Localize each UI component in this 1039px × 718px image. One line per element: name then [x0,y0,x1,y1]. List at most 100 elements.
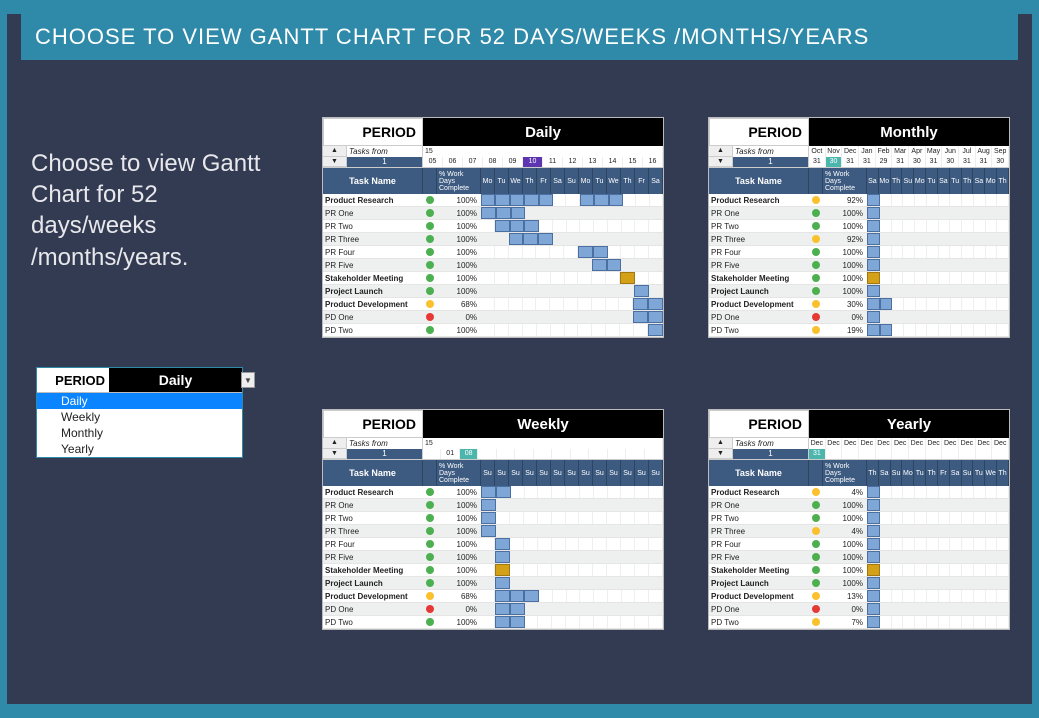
tasks-spinner[interactable]: ▲▼ [323,438,347,459]
task-name: PR One [323,207,423,219]
task-row: Project Launch 100% [323,285,663,298]
status-dot [423,311,437,323]
status-dot [809,259,823,271]
task-name: PR Three [709,525,809,537]
column-task-name: Task Name [323,460,423,486]
status-dot [809,272,823,284]
task-row: Project Launch 100% [323,577,663,590]
tasks-from-value: 1 [347,157,422,168]
status-dot [809,590,823,602]
task-row: PD One 0% [709,603,1009,616]
dropdown-option-yearly[interactable]: Yearly [37,441,242,457]
task-name: PR Two [709,220,809,232]
task-pct: 100% [823,538,867,550]
tasks-spinner[interactable]: ▲▼ [323,146,347,167]
task-name: Stakeholder Meeting [709,272,809,284]
task-pct: 4% [823,486,867,498]
task-row: PR Two 100% [323,220,663,233]
task-pct: 100% [437,194,481,206]
task-name: PD One [323,311,423,323]
task-row: PR Three 100% [323,525,663,538]
column-task-name: Task Name [323,168,423,194]
tasks-spinner[interactable]: ▲▼ [709,438,733,459]
task-pct: 100% [823,577,867,589]
task-row: Product Research 4% [709,486,1009,499]
task-row: Stakeholder Meeting 100% [709,564,1009,577]
period-dropdown-list[interactable]: Daily Weekly Monthly Yearly [37,393,242,457]
dropdown-option-monthly[interactable]: Monthly [37,425,242,441]
tasks-from-value: 1 [733,449,808,460]
task-pct: 4% [823,525,867,537]
period-label: PERIOD [709,410,809,438]
status-dot [423,499,437,511]
task-name: Stakeholder Meeting [323,272,423,284]
task-name: Project Launch [323,285,423,297]
spin-up-icon[interactable]: ▲ [709,146,732,157]
spin-down-icon[interactable]: ▼ [709,449,732,460]
status-dot [809,577,823,589]
dropdown-arrow-icon[interactable]: ▼ [241,372,255,388]
task-row: Product Development 30% [709,298,1009,311]
column-pct: % Work Days Complete [437,168,481,194]
task-row: Stakeholder Meeting 100% [709,272,1009,285]
task-name: PR Four [709,538,809,550]
task-pct: 0% [823,311,867,323]
task-name: PD Two [709,616,809,628]
dropdown-option-weekly[interactable]: Weekly [37,409,242,425]
column-pct: % Work Days Complete [823,460,867,486]
spin-down-icon[interactable]: ▼ [709,157,732,168]
status-dot [809,538,823,550]
task-row: PD Two 19% [709,324,1009,337]
column-pct: % Work Days Complete [437,460,481,486]
status-dot [809,525,823,537]
spin-up-icon[interactable]: ▲ [709,438,732,449]
task-row: Stakeholder Meeting 100% [323,272,663,285]
period-dropdown-demo: PERIOD Daily ▼ Daily Weekly Monthly Year… [37,368,242,457]
task-row: Product Research 100% [323,194,663,207]
status-dot [809,324,823,336]
status-dot [809,298,823,310]
task-pct: 100% [823,246,867,258]
column-task-name: Task Name [709,168,809,194]
task-name: PD Two [323,324,423,336]
status-dot [423,272,437,284]
task-row: Product Development 68% [323,590,663,603]
tasks-from-value: 1 [347,449,422,460]
task-pct: 100% [437,486,481,498]
task-name: PD One [709,311,809,323]
status-dot [809,512,823,524]
task-pct: 68% [437,298,481,310]
gantt-panel-monthly: PERIOD Monthly ▲▼ Tasks from 1 OctNovDec… [709,118,1009,337]
spin-down-icon[interactable]: ▼ [323,157,346,168]
task-name: PR Three [323,525,423,537]
task-pct: 100% [437,551,481,563]
status-dot [423,246,437,258]
task-name: PR Five [323,259,423,271]
task-name: PD Two [323,616,423,628]
spin-up-icon[interactable]: ▲ [323,438,346,449]
task-row: PD One 0% [709,311,1009,324]
task-pct: 100% [437,512,481,524]
task-row: PR One 100% [709,499,1009,512]
spin-up-icon[interactable]: ▲ [323,146,346,157]
period-label: PERIOD [323,410,423,438]
task-name: PD One [709,603,809,615]
task-pct: 92% [823,194,867,206]
tasks-from-label: Tasks from [347,146,422,157]
tasks-from-value: 1 [733,157,808,168]
status-dot [423,207,437,219]
task-pct: 100% [437,577,481,589]
period-selected-value[interactable]: Daily ▼ [109,368,242,392]
task-row: Product Development 13% [709,590,1009,603]
task-row: PR Four 100% [323,246,663,259]
status-dot [809,233,823,245]
task-name: Product Development [323,590,423,602]
spin-down-icon[interactable]: ▼ [323,449,346,460]
tasks-spinner[interactable]: ▲▼ [709,146,733,167]
task-pct: 100% [823,512,867,524]
dropdown-option-daily[interactable]: Daily [37,393,242,409]
task-pct: 100% [437,233,481,245]
task-name: PR Four [709,246,809,258]
task-row: Product Development 68% [323,298,663,311]
period-value: Daily [423,118,663,146]
